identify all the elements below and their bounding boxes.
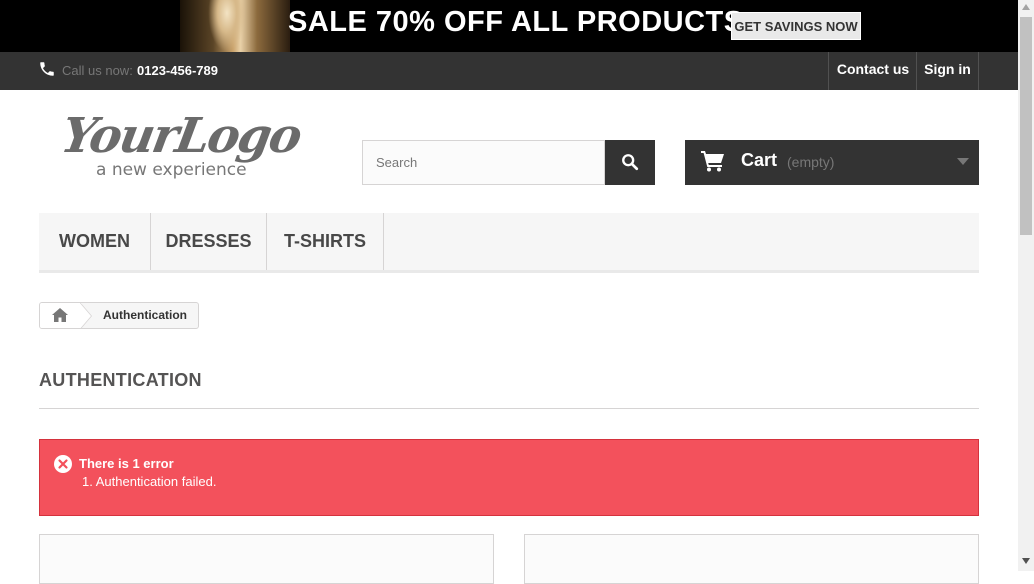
menu-item-women[interactable]: WOMEN xyxy=(39,213,151,270)
logo-script: YourLogo xyxy=(57,108,305,164)
page-scrollbar[interactable] xyxy=(1018,0,1034,571)
error-alert: There is 1 error 1. Authentication faile… xyxy=(39,439,979,516)
page-title: AUTHENTICATION xyxy=(39,370,202,390)
category-menu: WOMEN DRESSES T-SHIRTS xyxy=(39,213,979,273)
breadcrumb: Authentication xyxy=(39,302,199,329)
promo-banner[interactable]: SALE 70% OFF ALL PRODUCTS GET SAVINGS NO… xyxy=(0,0,1018,52)
top-bar: Call us now: 0123-456-789 Contact us Sig… xyxy=(0,52,1018,90)
contact-us-link[interactable]: Contact us xyxy=(828,52,917,90)
scroll-down-arrow-icon[interactable] xyxy=(1022,558,1030,564)
shopping-cart-icon xyxy=(701,151,724,172)
breadcrumb-home[interactable] xyxy=(40,303,82,328)
promo-banner-text: SALE 70% OFF ALL PRODUCTS xyxy=(288,6,744,38)
heading-divider xyxy=(39,408,979,409)
error-item: 1. Authentication failed. xyxy=(82,474,217,489)
logo-tagline: a new experience xyxy=(96,160,247,180)
menu-item-dresses[interactable]: DRESSES xyxy=(151,213,267,270)
search-icon xyxy=(622,154,639,171)
create-account-box xyxy=(39,534,494,584)
search-input[interactable] xyxy=(363,141,604,184)
error-title: There is 1 error xyxy=(79,456,174,471)
search-box xyxy=(362,140,605,185)
get-savings-button[interactable]: GET SAVINGS NOW xyxy=(731,12,861,40)
promo-banner-image xyxy=(180,0,290,52)
scroll-up-arrow-icon[interactable] xyxy=(1022,4,1030,10)
search-button[interactable] xyxy=(605,140,655,185)
caret-down-icon xyxy=(957,158,969,165)
home-icon xyxy=(52,308,68,322)
error-circle-icon xyxy=(54,455,72,473)
menu-item-tshirts[interactable]: T-SHIRTS xyxy=(267,213,384,270)
cart-block[interactable]: Cart (empty) xyxy=(685,140,979,185)
breadcrumb-separator-inner xyxy=(79,303,91,328)
login-box xyxy=(524,534,979,584)
model-figure xyxy=(208,0,246,52)
store-logo[interactable]: YourLogo a new experience xyxy=(57,108,308,183)
call-us-label: Call us now: xyxy=(62,63,133,78)
phone-icon xyxy=(38,60,56,78)
sign-in-link[interactable]: Sign in xyxy=(916,52,979,90)
scrollbar-thumb[interactable] xyxy=(1020,17,1032,235)
phone-number: 0123-456-789 xyxy=(137,63,218,78)
cart-status: (empty) xyxy=(787,154,835,170)
breadcrumb-current: Authentication xyxy=(103,308,187,322)
cart-label: Cart xyxy=(741,150,778,170)
